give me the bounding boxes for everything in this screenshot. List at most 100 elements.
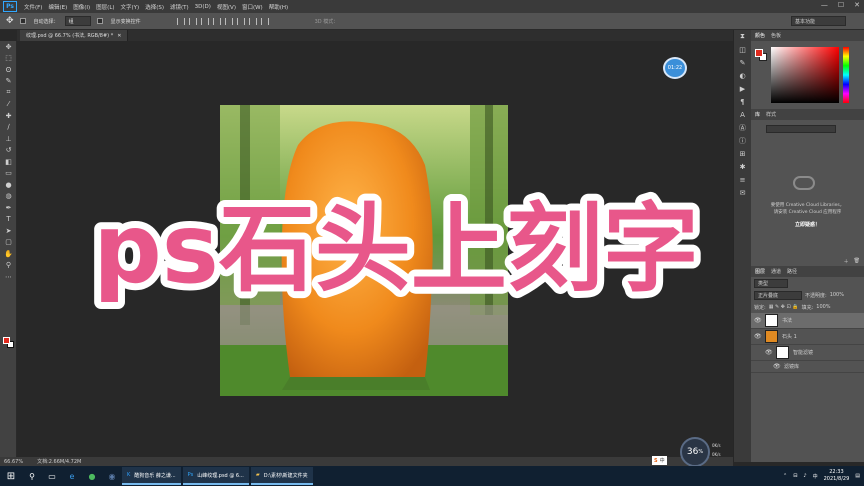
zoom-level[interactable]: 66.67% — [4, 459, 23, 465]
actions-icon[interactable]: ▶ — [734, 82, 751, 95]
foreground-color-swatch[interactable] — [3, 337, 10, 344]
menu-filter[interactable]: 滤镜(T) — [167, 3, 192, 11]
marquee-icon[interactable]: ⬚ — [0, 53, 17, 65]
menu-edit[interactable]: 编辑(E) — [45, 3, 70, 11]
distribute-2-icon[interactable] — [260, 17, 269, 25]
zoom-icon[interactable]: ⚲ — [0, 260, 17, 272]
network-speed-widget[interactable]: 36% — [680, 437, 710, 467]
menu-layer[interactable]: 图层(L) — [93, 3, 117, 11]
stamp-icon[interactable]: ⊥ — [0, 133, 17, 145]
tab-channels[interactable]: 通道 — [771, 268, 781, 275]
notification-icon[interactable]: ▤ — [855, 473, 860, 479]
dodge-icon[interactable]: ◍ — [0, 191, 17, 203]
tab-color[interactable]: 颜色 — [755, 32, 765, 39]
clock[interactable]: 22:33 2021/8/29 — [824, 469, 850, 483]
layer-row[interactable]: 👁 石头 1 — [751, 329, 864, 345]
taskbar-app-explorer[interactable]: ▰ D:\素材\新建文件夹 — [250, 467, 313, 485]
3d-icon[interactable]: ✱ — [734, 160, 751, 173]
task-view-icon[interactable]: ▭ — [42, 466, 62, 486]
menu-image[interactable]: 图像(I) — [70, 3, 93, 11]
library-trash-icon[interactable]: 🗑 — [854, 258, 860, 266]
panel-foreground-swatch[interactable] — [755, 49, 763, 57]
add-content-icon[interactable]: ＋ — [844, 258, 849, 266]
menu-3d[interactable]: 3D(D) — [192, 4, 214, 10]
notes-icon[interactable]: ✉ — [734, 186, 751, 199]
crop-icon[interactable]: ⌗ — [0, 87, 17, 99]
minimize-button[interactable]: — — [821, 1, 828, 9]
browser-icon[interactable]: ● — [82, 466, 102, 486]
app-icon[interactable]: ◉ — [102, 466, 122, 486]
menu-file[interactable]: 文件(F) — [21, 3, 45, 11]
fill-value[interactable]: 100% — [816, 304, 830, 310]
tab-libraries[interactable]: 库 — [755, 111, 760, 118]
brush-icon[interactable]: ∕ — [0, 122, 17, 134]
navigator-icon[interactable]: ⊞ — [734, 147, 751, 160]
visibility-eye-icon[interactable]: 👁 — [754, 317, 762, 324]
menu-select[interactable]: 选择(S) — [142, 3, 167, 11]
tab-layers[interactable]: 图层 — [755, 268, 765, 275]
close-tab-icon[interactable]: ✕ — [117, 33, 121, 39]
auto-select-checkbox[interactable] — [19, 18, 26, 24]
layer-row[interactable]: 👁 书法 — [751, 313, 864, 329]
show-transform-checkbox[interactable] — [96, 18, 103, 24]
quick-select-icon[interactable]: ✎ — [0, 76, 17, 88]
eraser-icon[interactable]: ◧ — [0, 156, 17, 168]
network-icon[interactable]: ⊟ — [793, 473, 797, 479]
move-tool-icon[interactable]: ✥ — [6, 16, 14, 26]
color-picker-field[interactable] — [771, 47, 839, 103]
menu-help[interactable]: 帮助(H) — [266, 3, 291, 11]
align-middle-icon[interactable] — [224, 17, 233, 25]
menu-type[interactable]: 文字(Y) — [118, 3, 143, 11]
visibility-eye-icon[interactable]: 👁 — [765, 349, 773, 356]
edge-icon[interactable]: e — [62, 466, 82, 486]
auto-select-dropdown[interactable]: 组 — [64, 16, 91, 26]
layer-row[interactable]: 👁 滤镜库 — [751, 361, 864, 373]
tab-styles[interactable]: 样式 — [766, 111, 776, 118]
search-icon[interactable]: ⚲ — [22, 466, 42, 486]
visibility-eye-icon[interactable]: 👁 — [754, 333, 762, 340]
align-bottom-icon[interactable] — [236, 17, 245, 25]
eyedropper-icon[interactable]: ⁄ — [0, 99, 17, 111]
brush-settings-icon[interactable]: ✎ — [734, 56, 751, 69]
align-top-icon[interactable] — [212, 17, 221, 25]
tab-swatches[interactable]: 色板 — [771, 32, 781, 39]
history-icon[interactable]: ⧗ — [734, 30, 751, 43]
taskbar-app-photoshop[interactable]: Ps 山峰纹理.psd @ 6... — [182, 467, 249, 485]
opacity-value[interactable]: 100% — [830, 292, 844, 298]
lock-icons[interactable]: ▦ ✎ ✥ ⊡ 🔒 — [769, 304, 799, 310]
close-button[interactable]: ✕ — [854, 1, 860, 9]
library-dropdown[interactable] — [766, 125, 836, 133]
type-icon[interactable]: T — [0, 214, 17, 226]
character-icon[interactable]: A — [734, 108, 751, 121]
ime-tray-icon[interactable]: 中 — [813, 473, 818, 480]
lasso-icon[interactable]: ʘ — [0, 64, 17, 76]
workspace-dropdown[interactable]: 基本功能 — [791, 16, 846, 26]
distribute-icon[interactable] — [248, 17, 257, 25]
align-center-icon[interactable] — [188, 17, 197, 25]
volume-icon[interactable]: ♪ — [803, 473, 806, 479]
menu-view[interactable]: 视图(V) — [214, 3, 239, 11]
info-icon[interactable]: ⓘ — [734, 134, 751, 147]
tray-chevron-icon[interactable]: ⌃ — [783, 473, 787, 479]
hue-slider[interactable] — [843, 47, 849, 103]
layer-row[interactable]: 👁 智能滤镜 — [751, 345, 864, 361]
visibility-eye-icon[interactable]: 👁 — [773, 363, 781, 370]
menu-window[interactable]: 窗口(W) — [239, 3, 266, 11]
blur-icon[interactable]: ● — [0, 179, 17, 191]
ime-indicator[interactable]: S 中 — [652, 456, 667, 465]
move-icon[interactable]: ✥ — [0, 41, 17, 53]
healing-icon[interactable]: ✚ — [0, 110, 17, 122]
blend-mode-dropdown[interactable]: 正片叠底 — [754, 290, 802, 300]
maximize-button[interactable]: ☐ — [838, 1, 844, 9]
document-tab[interactable]: 纹理.psd @ 66.7% (书法, RGB/8#) * ✕ — [20, 30, 129, 41]
align-right-icon[interactable] — [200, 17, 209, 25]
properties-icon[interactable]: ◫ — [734, 43, 751, 56]
shape-icon[interactable]: ▢ — [0, 237, 17, 249]
adjustments-icon[interactable]: ◐ — [734, 69, 751, 82]
timeline-icon[interactable]: ≡ — [734, 173, 751, 186]
glyphs-icon[interactable]: Ⓐ — [734, 121, 751, 134]
library-link[interactable]: 立即疑惑！ — [755, 221, 860, 228]
align-left-icon[interactable] — [176, 17, 185, 25]
taskbar-app-music[interactable]: K 酷狗音乐 薛之谦... — [122, 467, 181, 485]
tab-paths[interactable]: 路径 — [787, 268, 797, 275]
